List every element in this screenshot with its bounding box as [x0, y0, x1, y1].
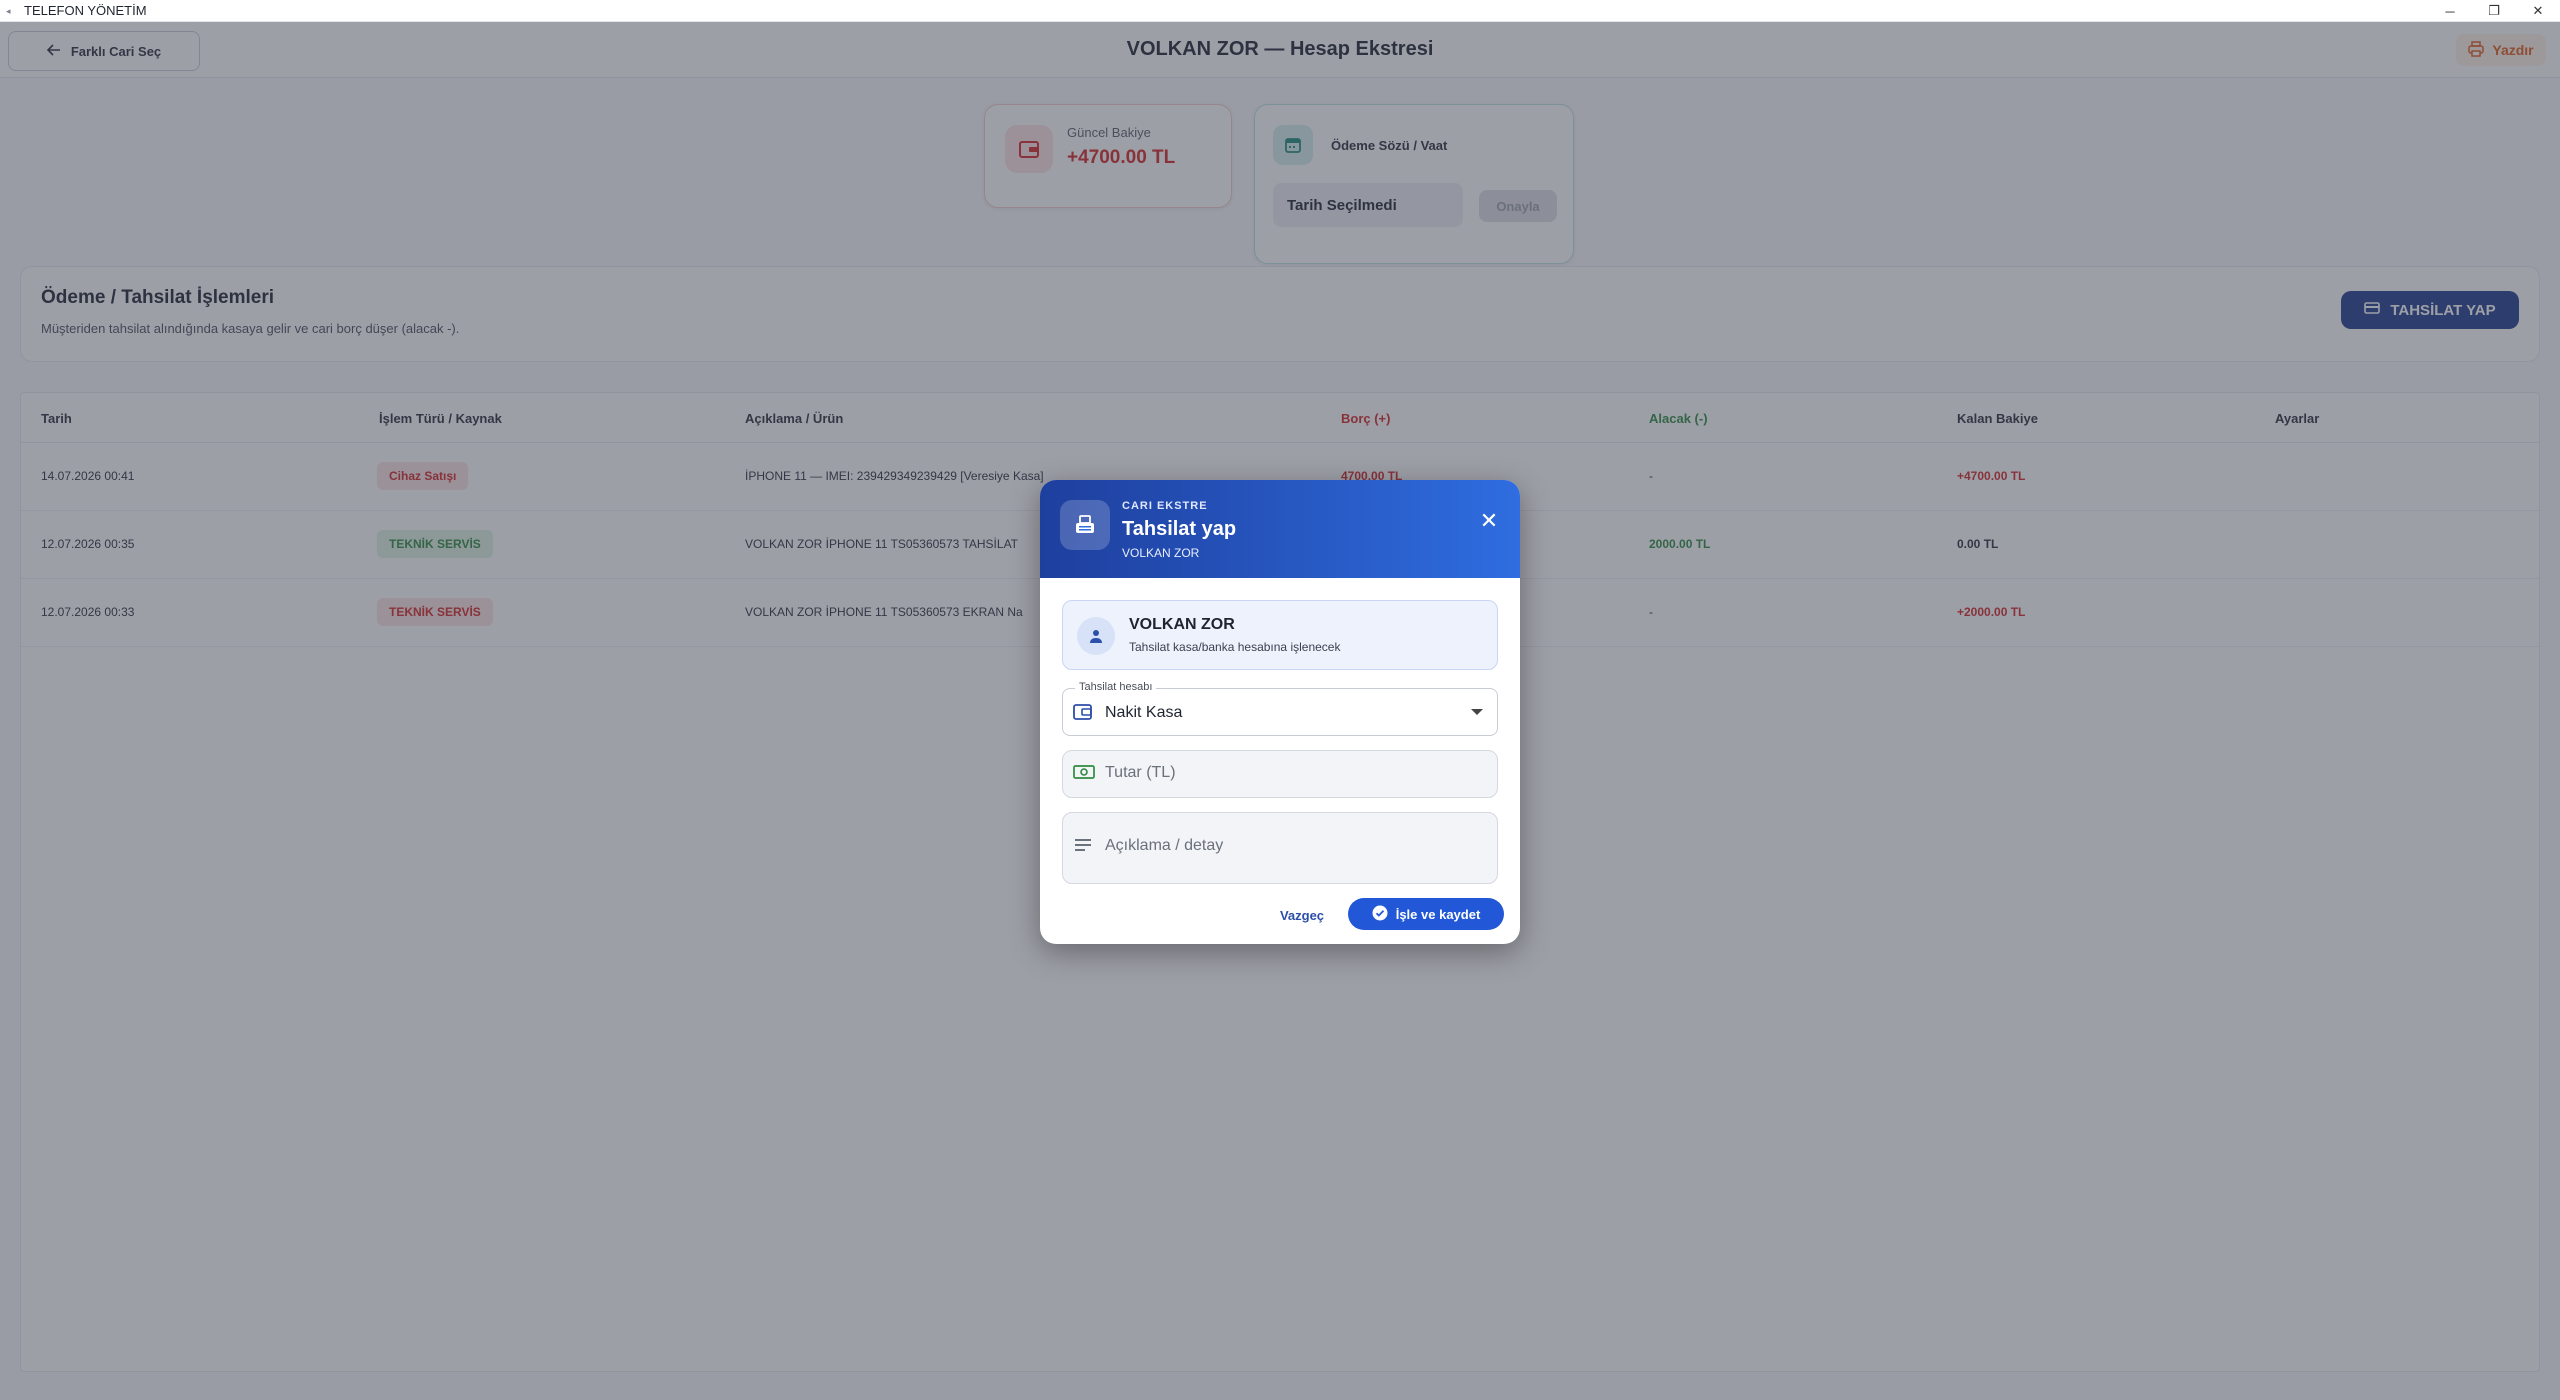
dialog-overline: CARI EKSTRE [1122, 500, 1208, 512]
description-field[interactable] [1062, 812, 1498, 884]
customer-note: Tahsilat kasa/banka hesabına işlenecek [1129, 640, 1341, 654]
amount-field[interactable] [1062, 750, 1498, 798]
wallet-icon [1073, 703, 1093, 726]
dropdown-caret-icon [1471, 709, 1483, 715]
notes-icon [1073, 837, 1093, 858]
save-button[interactable]: İşle ve kaydet [1348, 898, 1504, 930]
minimize-icon[interactable]: ─ [2428, 0, 2472, 22]
customer-name: VOLKAN ZOR [1129, 616, 1235, 633]
description-input[interactable] [1105, 837, 1475, 855]
cash-register-icon [1060, 500, 1110, 550]
check-circle-icon [1372, 905, 1388, 924]
person-icon [1077, 617, 1115, 655]
account-select[interactable]: Tahsilat hesabı Nakit Kasa [1062, 681, 1498, 736]
amount-input[interactable] [1105, 764, 1475, 782]
close-icon[interactable]: ✕ [1474, 506, 1504, 536]
dialog-title: Tahsilat yap [1122, 518, 1237, 540]
window-titlebar: ◂ TELEFON YÖNETİM ─ ❐ ✕ [0, 0, 2560, 22]
money-icon [1073, 763, 1095, 786]
app-icon: ◂ [6, 5, 11, 16]
cancel-button[interactable]: Vazgeç [1272, 900, 1332, 930]
window-title: TELEFON YÖNETİM [24, 3, 147, 18]
window-controls: ─ ❐ ✕ [2428, 0, 2560, 22]
dialog-header: CARI EKSTRE Tahsilat yap VOLKAN ZOR ✕ [1040, 480, 1520, 578]
save-button-label: İşle ve kaydet [1395, 906, 1481, 922]
account-select-label: Tahsilat hesabı [1075, 681, 1157, 693]
account-select-value: Nakit Kasa [1105, 704, 1183, 721]
restore-icon[interactable]: ❐ [2472, 0, 2516, 22]
collect-payment-dialog: CARI EKSTRE Tahsilat yap VOLKAN ZOR ✕ VO… [1040, 480, 1520, 944]
customer-info: VOLKAN ZOR Tahsilat kasa/banka hesabına … [1062, 600, 1498, 670]
close-window-icon[interactable]: ✕ [2516, 0, 2560, 22]
dialog-subtitle: VOLKAN ZOR [1122, 546, 1200, 560]
